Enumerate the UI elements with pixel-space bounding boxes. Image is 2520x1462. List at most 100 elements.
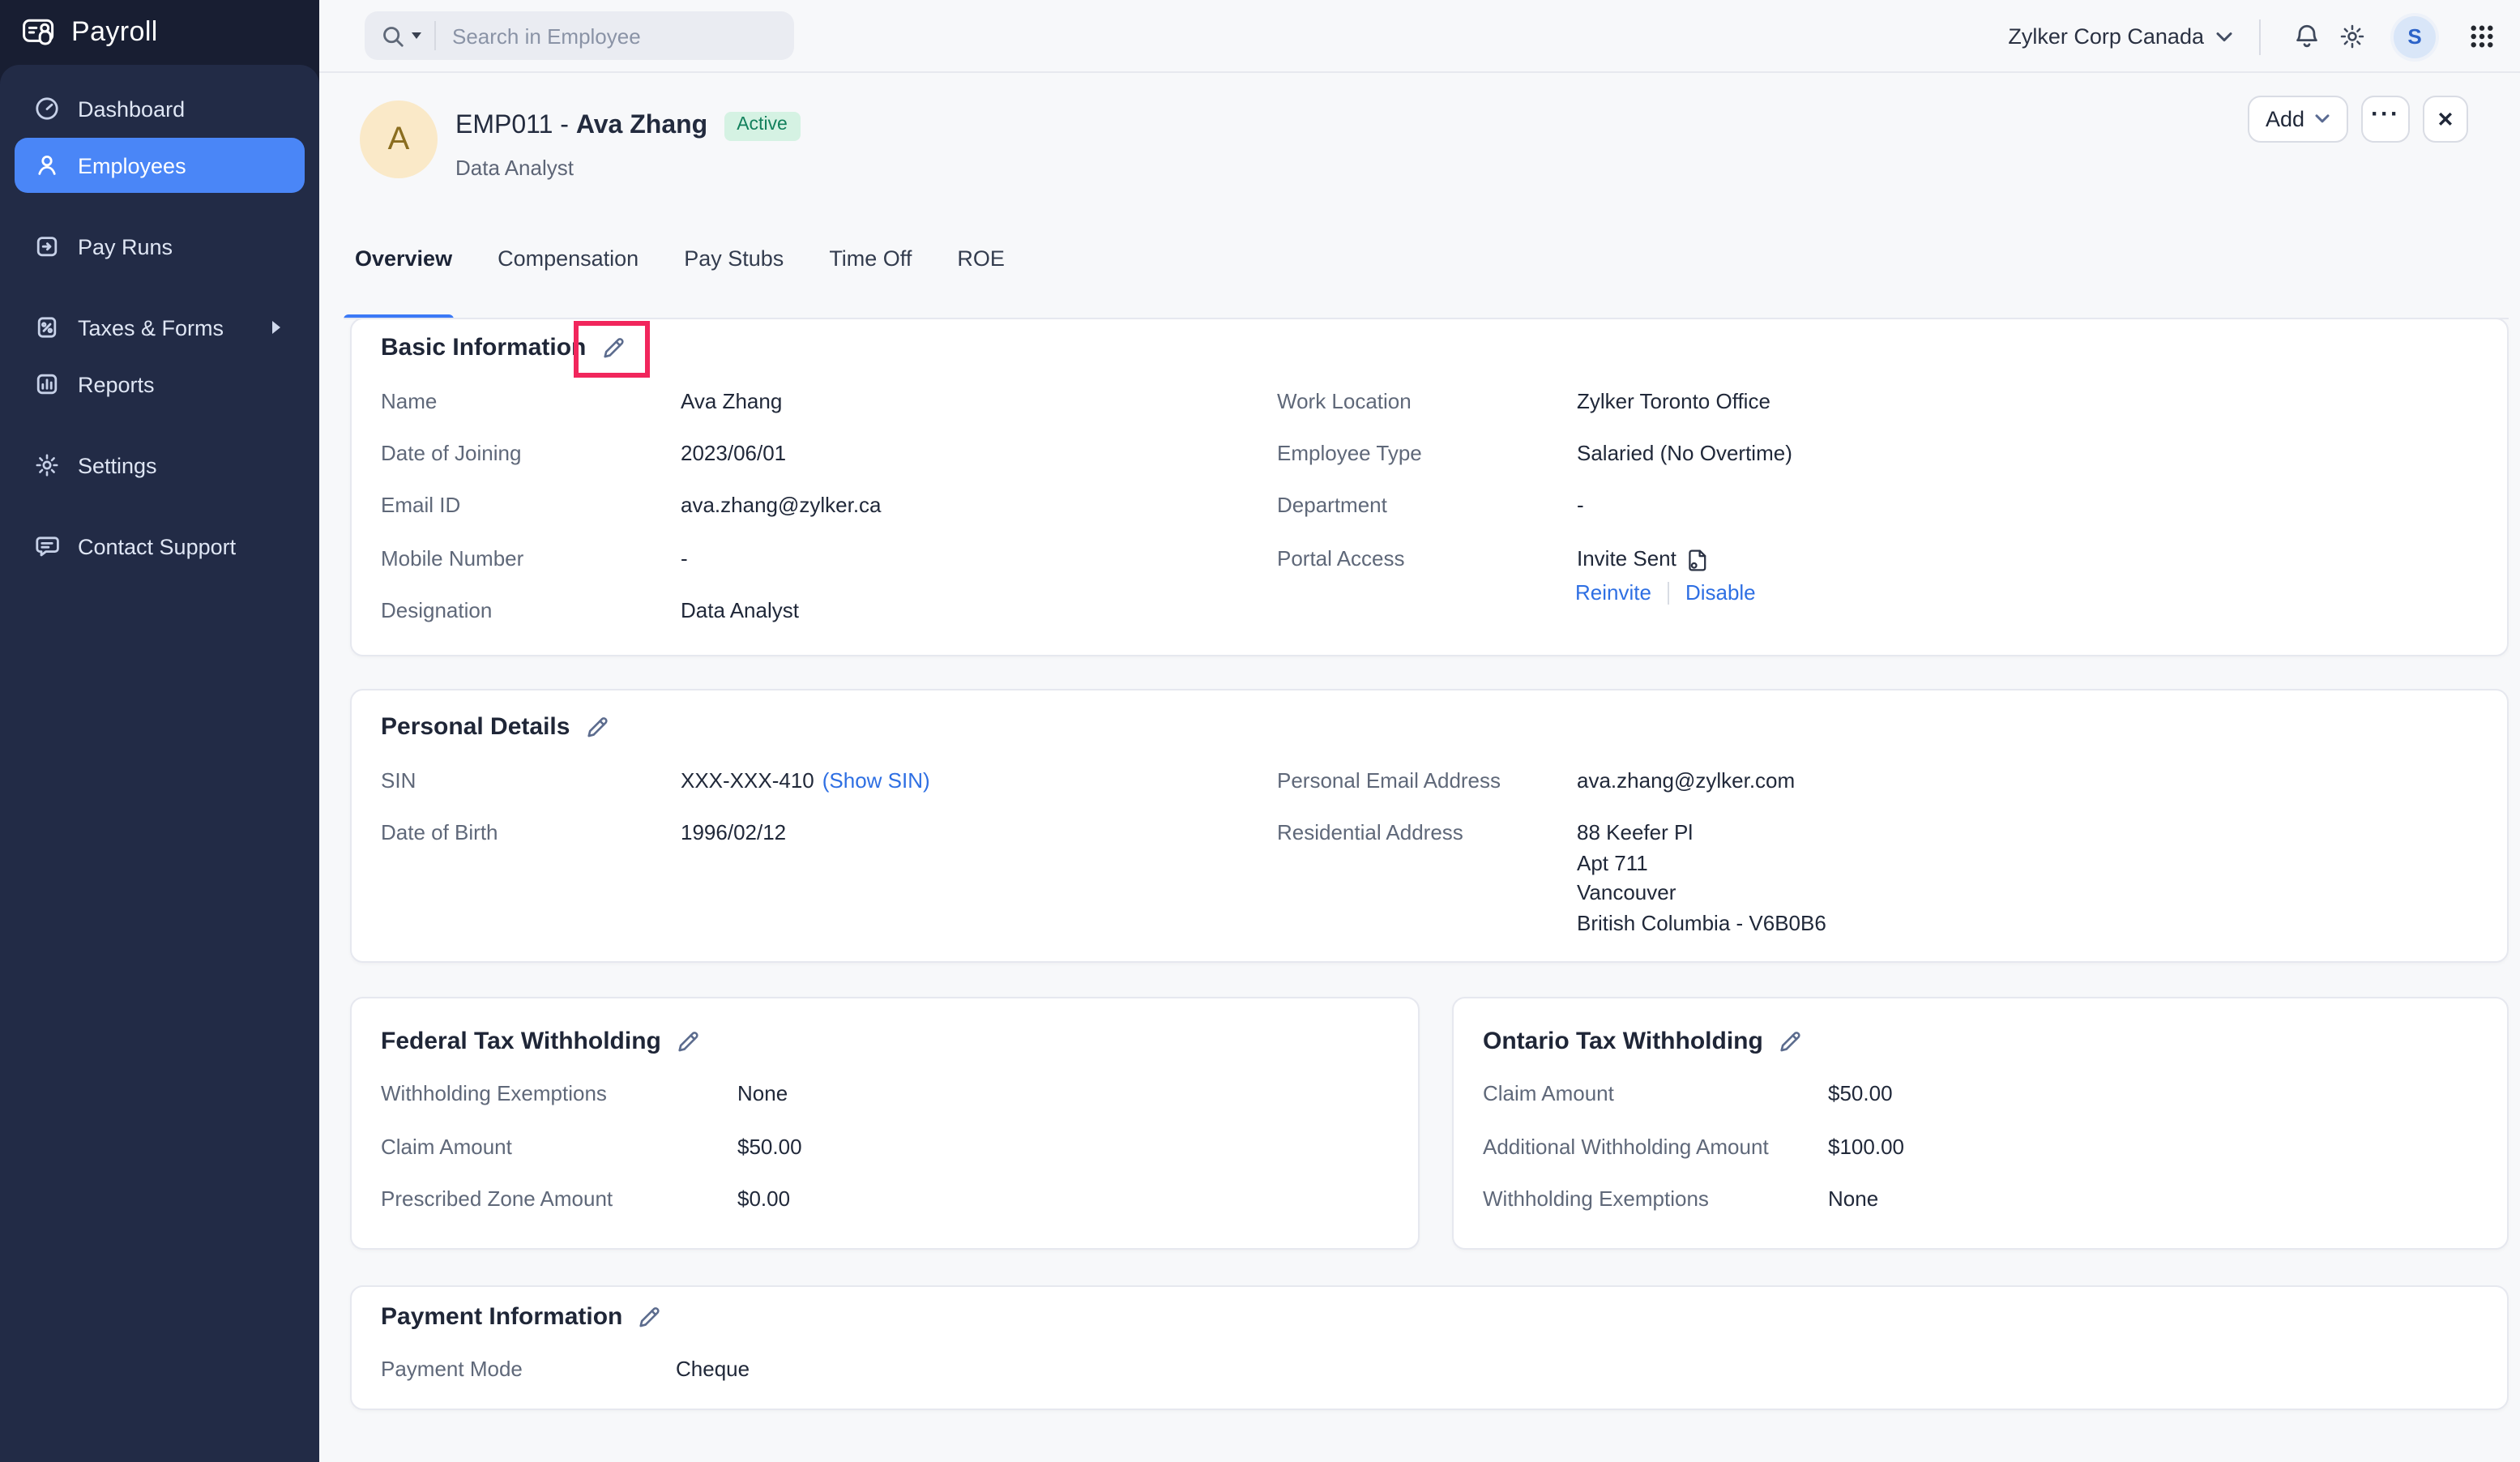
field-claim-amount: Claim Amount $50.00: [381, 1133, 802, 1162]
search-bar[interactable]: [365, 11, 794, 60]
field-label: Payment Mode: [381, 1355, 676, 1384]
show-sin-link[interactable]: (Show SIN): [822, 767, 930, 796]
field-label: Work Location: [1277, 387, 1577, 417]
section-title: Ontario Tax Withholding: [1483, 1027, 1763, 1054]
field-label: Email ID: [381, 491, 681, 520]
field-withholding-exemptions: Withholding Exemptions None: [381, 1079, 788, 1109]
employee-designation: Data Analyst: [455, 156, 574, 180]
tab-roe[interactable]: ROE: [946, 243, 1016, 276]
portal-access-actions: Reinvite Disable: [1575, 580, 1756, 605]
edit-pencil-icon[interactable]: [600, 335, 625, 359]
field-personal-email: Personal Email Address ava.zhang@zylker.…: [1277, 767, 1795, 796]
field-value: ava.zhang@zylker.ca: [681, 491, 882, 520]
sidebar-item-label: Contact Support: [78, 534, 236, 558]
sidebar-item-contact-support[interactable]: Contact Support: [15, 519, 305, 574]
field-value: XXX-XXX-410: [681, 767, 814, 796]
field-value: $100.00: [1828, 1133, 1904, 1162]
field-claim-amount: Claim Amount $50.00: [1483, 1079, 1893, 1109]
field-label: Mobile Number: [381, 545, 681, 574]
address-line: British Columbia - V6B0B6: [1577, 909, 1826, 939]
sidebar-item-label: Reports: [78, 372, 155, 396]
field-label: Withholding Exemptions: [1483, 1185, 1828, 1214]
main-content: A EMP011 - Ava Zhang Active Data Analyst…: [319, 73, 2520, 1462]
reinvite-link[interactable]: Reinvite: [1575, 580, 1651, 605]
section-title: Personal Details: [381, 712, 570, 740]
address-line: Vancouver: [1577, 879, 1826, 909]
sidebar-item-label: Settings: [78, 453, 157, 477]
field-value: 2023/06/01: [681, 439, 786, 468]
tab-pay-stubs[interactable]: Pay Stubs: [673, 243, 795, 276]
chevron-down-icon: [2215, 30, 2233, 43]
sidebar-item-pay-runs[interactable]: Pay Runs: [15, 219, 305, 274]
field-label: Additional Withholding Amount: [1483, 1133, 1828, 1162]
field-label: Prescribed Zone Amount: [381, 1185, 737, 1214]
portal-access-status: Invite Sent: [1577, 545, 1676, 574]
edit-pencil-icon[interactable]: [676, 1028, 700, 1053]
more-options-button[interactable]: ···: [2361, 96, 2410, 143]
payment-information-card: Payment Information Payment Mode Cheque: [350, 1285, 2509, 1410]
search-scope-caret-icon[interactable]: [412, 32, 421, 39]
add-button[interactable]: Add: [2248, 96, 2348, 143]
sidebar-item-taxes-forms[interactable]: Taxes & Forms: [15, 300, 305, 355]
apps-grid-icon[interactable]: [2458, 14, 2504, 59]
basic-information-card: Basic Information Name Ava Zhang Date of…: [350, 318, 2509, 656]
field-payment-mode: Payment Mode Cheque: [381, 1355, 750, 1384]
field-label: Date of Joining: [381, 439, 681, 468]
employee-id: EMP011 -: [455, 112, 576, 139]
tab-bar: Overview Compensation Pay Stubs Time Off…: [344, 243, 1016, 276]
section-title: Basic Information: [381, 333, 586, 361]
sidebar-item-dashboard[interactable]: Dashboard: [15, 81, 305, 136]
edit-pencil-icon[interactable]: [637, 1304, 661, 1328]
sidebar-panel: [0, 65, 319, 1462]
employee-title-row: EMP011 - Ava Zhang Active: [455, 109, 801, 144]
sidebar-item-reports[interactable]: Reports: [15, 357, 305, 412]
edit-pencil-icon[interactable]: [584, 714, 609, 738]
field-work-location: Work Location Zylker Toronto Office: [1277, 387, 1770, 417]
field-label: Residential Address: [1277, 819, 1577, 940]
address-line: Apt 711: [1577, 849, 1826, 878]
payroll-app: Payroll Dashboard Employees: [0, 0, 2520, 1462]
ellipsis-icon: ···: [2371, 100, 2400, 128]
sidebar-item-label: Taxes & Forms: [78, 315, 224, 340]
sidebar-item-settings[interactable]: Settings: [15, 438, 305, 493]
status-badge: Active: [724, 113, 801, 141]
gear-icon[interactable]: [2329, 14, 2374, 59]
tab-overview[interactable]: Overview: [344, 243, 463, 276]
app-title: Payroll: [71, 16, 158, 49]
disable-link[interactable]: Disable: [1685, 580, 1756, 605]
section-title: Federal Tax Withholding: [381, 1027, 661, 1054]
invite-document-icon: [1686, 547, 1711, 571]
topbar-right: Zylker Corp Canada S: [2008, 0, 2504, 73]
personal-details-header: Personal Details: [381, 710, 609, 742]
taxes-forms-icon: [34, 314, 60, 340]
search-icon[interactable]: [381, 24, 405, 48]
field-label: Date of Birth: [381, 819, 681, 848]
topbar-divider: [2259, 19, 2261, 54]
search-input[interactable]: [436, 24, 794, 48]
add-button-label: Add: [2266, 107, 2304, 131]
sidebar-item-label: Employees: [78, 153, 186, 177]
field-withholding-exemptions: Withholding Exemptions None: [1483, 1185, 1878, 1214]
user-avatar[interactable]: S: [2394, 15, 2436, 58]
sidebar-item-employees[interactable]: Employees: [15, 138, 305, 193]
field-email-id: Email ID ava.zhang@zylker.ca: [381, 491, 882, 520]
ontario-tax-card: Ontario Tax Withholding Claim Amount $50…: [1452, 997, 2509, 1250]
field-employee-type: Employee Type Salaried (No Overtime): [1277, 439, 1792, 468]
field-value: -: [681, 545, 688, 574]
tab-compensation[interactable]: Compensation: [486, 243, 650, 276]
edit-pencil-icon[interactable]: [1778, 1028, 1802, 1053]
close-button[interactable]: ✕: [2423, 96, 2468, 143]
field-value: Ava Zhang: [681, 387, 782, 417]
tab-time-off[interactable]: Time Off: [818, 243, 923, 276]
settings-icon: [34, 452, 60, 478]
federal-tax-card: Federal Tax Withholding Withholding Exem…: [350, 997, 1420, 1250]
organization-selector[interactable]: Zylker Corp Canada: [2008, 24, 2233, 49]
topbar: Zylker Corp Canada S: [319, 0, 2520, 73]
dashboard-icon: [34, 96, 60, 122]
field-name: Name Ava Zhang: [381, 387, 782, 417]
page-title: EMP011 - Ava Zhang: [455, 112, 707, 141]
notifications-bell-icon[interactable]: [2283, 14, 2329, 59]
ontario-tax-header: Ontario Tax Withholding: [1483, 1024, 1802, 1057]
field-label: Employee Type: [1277, 439, 1577, 468]
field-label: Name: [381, 387, 681, 417]
